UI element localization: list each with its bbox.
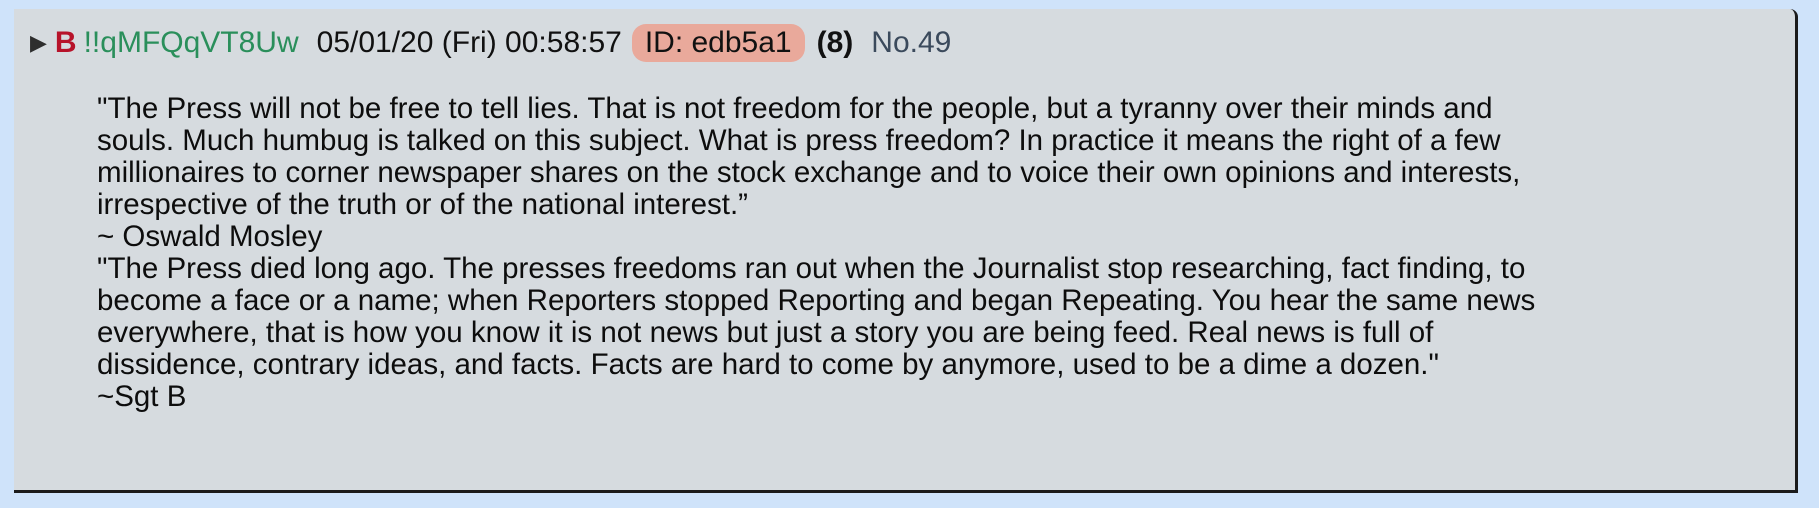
post-body-line: "The Press died long ago. The presses fr… [97, 252, 1526, 285]
post-body-line: millionaires to corner newspaper shares … [97, 156, 1521, 189]
post-body-line: everywhere, that is how you know it is n… [97, 316, 1434, 349]
poster-id-badge[interactable]: ID: edb5a1 [631, 24, 805, 62]
poster-tripcode: !!qMFQqVT8Uw [83, 26, 299, 59]
post-date: 05/01/20 (Fri) 00:58:57 [316, 26, 622, 59]
reply-count: (8) [816, 26, 854, 59]
post-container: ▶ B !!qMFQqVT8Uw 05/01/20 (Fri) 00:58:57… [14, 9, 1798, 493]
triangle-right-icon[interactable]: ▶ [30, 30, 47, 56]
post-body-line: dissidence, contrary ideas, and facts. F… [97, 348, 1439, 381]
poster-name: B [54, 26, 77, 59]
post-number-link[interactable]: No.49 [871, 26, 951, 60]
post-body-line: become a face or a name; when Reporters … [97, 284, 1536, 317]
post-body: "The Press will not be free to tell lies… [97, 93, 1787, 413]
post-header: ▶ B !!qMFQqVT8Uw 05/01/20 (Fri) 00:58:57… [30, 23, 951, 63]
post-body-line: ~ Oswald Mosley [97, 220, 323, 253]
post-body-line: "The Press will not be free to tell lies… [97, 92, 1493, 125]
post-body-line: souls. Much humbug is talked on this sub… [97, 124, 1501, 157]
post-body-line: irrespective of the truth or of the nati… [97, 188, 748, 221]
post-body-line: ~Sgt B [97, 380, 187, 413]
